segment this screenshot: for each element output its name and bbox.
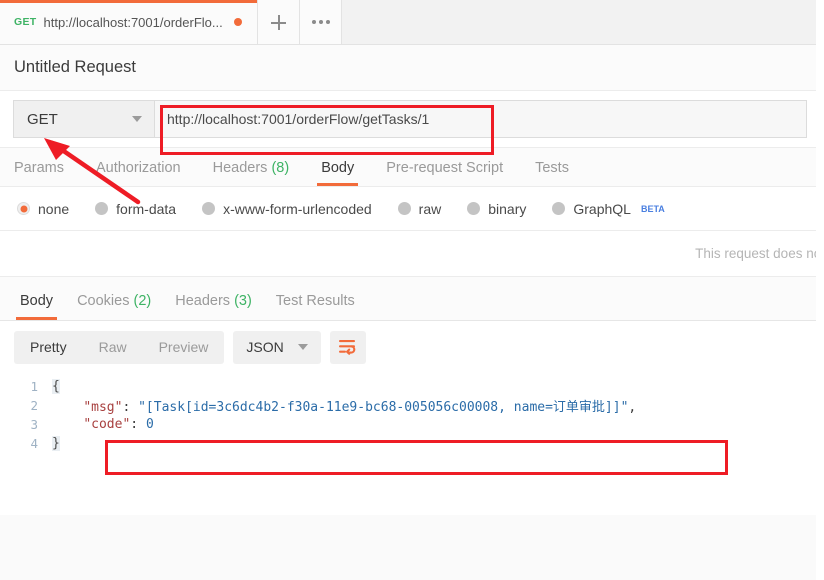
body-type-raw-label: raw <box>418 200 442 217</box>
code-open-brace: { <box>52 379 60 394</box>
view-mode-preview[interactable]: Preview <box>143 331 225 364</box>
body-type-none[interactable]: none <box>17 201 69 217</box>
json-value: 0 <box>145 417 154 432</box>
tab-authorization[interactable]: Authorization <box>80 160 197 186</box>
json-colon: : <box>130 417 146 432</box>
body-type-raw[interactable]: raw <box>397 200 442 217</box>
radio-icon <box>552 202 566 215</box>
tab-body[interactable]: Body <box>305 160 370 186</box>
response-tab-headers-label: Headers <box>175 293 231 309</box>
tab-headers[interactable]: Headers (8) <box>197 160 306 186</box>
beta-badge: BETA <box>640 203 665 214</box>
json-value: "[Task[id=3c6dc4b2-f30a-11e9-bc68-005056… <box>138 400 629 415</box>
radio-icon <box>95 202 109 215</box>
app-viewport: GET http://localhost:7001/orderFlo... Un… <box>0 0 820 580</box>
http-method-dropdown[interactable]: GET <box>13 100 154 138</box>
code-content: "code": 0 <box>52 417 154 432</box>
chevron-down-icon <box>297 344 308 350</box>
request-tab[interactable]: GET http://localhost:7001/orderFlo... <box>0 0 258 44</box>
tab-tests-label: Tests <box>535 160 569 176</box>
response-tab-cookies-count: (2) <box>133 293 152 309</box>
line-number: 4 <box>30 436 38 451</box>
json-key: "msg" <box>83 400 123 415</box>
code-content: "msg": "[Task[id=3c6dc4b2-f30a-11e9-bc68… <box>52 396 636 415</box>
tab-pre-request-script-label: Pre-request Script <box>386 160 504 176</box>
code-line: 1 { <box>0 377 820 396</box>
tab-options-button[interactable] <box>300 0 342 44</box>
response-body-json-viewer[interactable]: 1 { 2 "msg": "[Task[id=3c6dc4b2-f30a-11e… <box>0 373 820 515</box>
view-mode-raw[interactable]: Raw <box>83 331 143 364</box>
tab-pre-request-script[interactable]: Pre-request Script <box>370 160 519 186</box>
body-type-graphql[interactable]: GraphQL BETA <box>552 200 665 217</box>
ellipsis-icon <box>311 20 330 24</box>
tab-headers-count: (8) <box>271 160 290 176</box>
request-body-empty-text: This request does not have <box>695 246 820 261</box>
code-line: 3 "code": 0 <box>0 415 820 434</box>
window-right-clip <box>816 0 820 580</box>
radio-icon <box>202 202 216 215</box>
new-tab-button[interactable] <box>258 0 300 44</box>
tab-headers-label: Headers <box>212 160 268 176</box>
request-tab-strip: GET http://localhost:7001/orderFlo... <box>0 0 820 45</box>
body-type-binary-label: binary <box>488 200 527 217</box>
response-format-label: JSON <box>246 339 284 355</box>
tab-tests[interactable]: Tests <box>519 160 585 186</box>
response-tab-cookies[interactable]: Cookies (2) <box>65 293 163 320</box>
response-tab-test-results[interactable]: Test Results <box>264 293 367 320</box>
unsaved-changes-dot-icon <box>233 18 242 26</box>
postman-app-window: GET http://localhost:7001/orderFlo... Un… <box>0 0 824 580</box>
tab-params[interactable]: Params <box>14 160 80 186</box>
body-type-form-data-label: form-data <box>116 200 177 217</box>
response-tab-body-label: Body <box>20 293 54 309</box>
body-type-selector: none form-data x-www-form-urlencoded raw… <box>0 187 820 231</box>
json-colon: : <box>122 400 139 415</box>
response-viewer-toolbar: Pretty Raw Preview JSON <box>0 321 820 373</box>
page-title: Untitled Request <box>14 58 136 76</box>
body-type-graphql-label: GraphQL <box>573 200 631 217</box>
tab-authorization-label: Authorization <box>95 160 181 176</box>
response-tab-headers-count: (3) <box>234 293 252 309</box>
code-close-brace: } <box>52 436 60 451</box>
response-format-dropdown[interactable]: JSON <box>233 330 321 364</box>
body-type-none-label: none <box>38 200 70 217</box>
radio-icon <box>467 202 481 215</box>
url-bar: GET http://localhost:7001/orderFlow/getT… <box>0 91 820 148</box>
code-line: 2 "msg": "[Task[id=3c6dc4b2-f30a-11e9-bc… <box>0 396 820 415</box>
tab-body-label: Body <box>321 160 355 176</box>
request-section-tabs: Params Authorization Headers (8) Body Pr… <box>0 148 820 187</box>
code-line: 4 } <box>0 434 820 453</box>
line-number: 3 <box>30 417 38 432</box>
response-tab-body[interactable]: Body <box>8 293 65 320</box>
response-tab-headers[interactable]: Headers (3) <box>163 293 264 320</box>
response-tab-cookies-label: Cookies <box>77 293 130 309</box>
line-number: 1 <box>30 379 38 394</box>
body-type-urlencoded-label: x-www-form-urlencoded <box>223 200 372 217</box>
json-comma: , <box>628 400 637 415</box>
body-type-urlencoded[interactable]: x-www-form-urlencoded <box>202 201 372 217</box>
tab-active-accent <box>0 0 257 3</box>
json-key: "code" <box>83 417 131 432</box>
view-mode-pretty[interactable]: Pretty <box>14 331 83 364</box>
word-wrap-toggle-button[interactable] <box>329 330 366 364</box>
body-type-binary[interactable]: binary <box>467 201 526 217</box>
word-wrap-icon <box>339 339 356 355</box>
response-view-mode-group: Pretty Raw Preview <box>14 330 225 364</box>
request-url-input[interactable]: http://localhost:7001/orderFlow/getTasks… <box>154 100 807 138</box>
request-body-empty-note: This request does not have <box>0 231 820 277</box>
request-title-bar: Untitled Request <box>0 45 820 91</box>
tab-method-label: GET <box>14 16 37 28</box>
radio-icon <box>17 202 30 215</box>
chevron-down-icon <box>132 116 142 122</box>
response-section-tabs: Body Cookies (2) Headers (3) Test Result… <box>0 277 820 321</box>
tab-url-label: http://localhost:7001/orderFlo... <box>43 14 223 30</box>
http-method-label: GET <box>27 110 58 128</box>
body-type-form-data[interactable]: form-data <box>95 201 176 217</box>
plus-icon <box>271 14 286 30</box>
line-number: 2 <box>30 398 38 413</box>
radio-icon <box>397 202 411 215</box>
tab-params-label: Params <box>14 160 64 176</box>
response-tab-test-results-label: Test Results <box>275 293 355 309</box>
